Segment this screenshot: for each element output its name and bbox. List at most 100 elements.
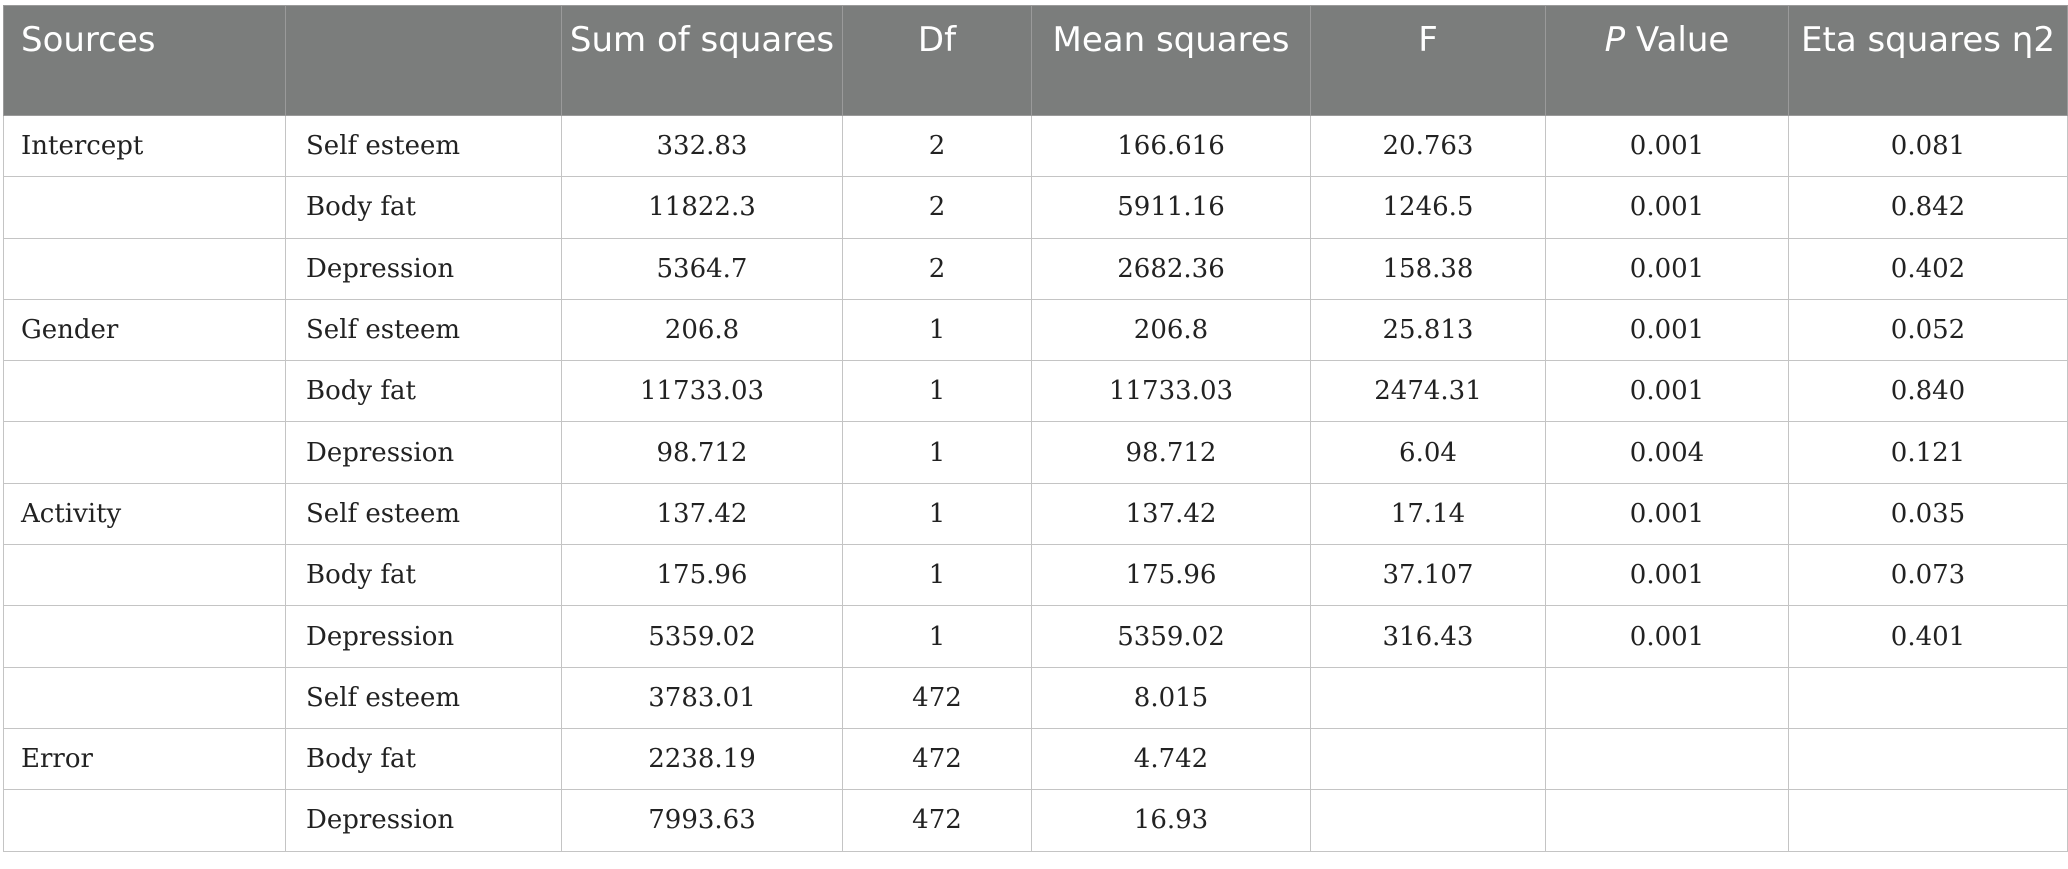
- cell-df: 2: [842, 237, 1032, 300]
- cell-mean-squares: 166.616: [1031, 114, 1311, 178]
- cell-source: [3, 666, 286, 729]
- cell-f: [1310, 666, 1546, 729]
- cell-df: 1: [842, 605, 1032, 668]
- cell-df: 472: [842, 789, 1032, 852]
- cell-measure: Self esteem: [285, 482, 562, 546]
- cell-measure: Self esteem: [285, 298, 562, 362]
- header-mean-squares: Mean squares: [1031, 5, 1311, 116]
- cell-source: Gender: [3, 298, 286, 362]
- cell-mean-squares: 2682.36: [1031, 237, 1311, 300]
- cell-mean-squares: 11733.03: [1031, 360, 1311, 423]
- cell-mean-squares: 98.712: [1031, 421, 1311, 484]
- cell-measure: Body fat: [285, 360, 562, 423]
- cell-df: 472: [842, 666, 1032, 729]
- header-eta-squares: Eta squares η2: [1788, 5, 2068, 116]
- cell-eta-squares: 0.073: [1788, 544, 2068, 607]
- cell-p-value: [1545, 666, 1789, 729]
- header-row: Sources Sum of squares Df Mean squares F…: [3, 5, 2068, 116]
- cell-eta-squares: [1788, 789, 2068, 852]
- cell-measure: Self esteem: [285, 666, 562, 729]
- cell-df: 2: [842, 176, 1032, 239]
- cell-sum-of-squares: 2238.19: [561, 727, 843, 791]
- cell-sum-of-squares: 332.83: [561, 114, 843, 178]
- table-header: Sources Sum of squares Df Mean squares F…: [3, 5, 2068, 116]
- cell-source: Intercept: [3, 114, 286, 178]
- table-row: Activity Self esteem 137.42 1 137.42 17.14 0.0…: [3, 482, 2068, 546]
- cell-mean-squares: 175.96: [1031, 544, 1311, 607]
- cell-sum-of-squares: 175.96: [561, 544, 843, 607]
- header-sources: Sources: [3, 5, 286, 116]
- cell-p-value: 0.001: [1545, 544, 1789, 607]
- cell-eta-squares: 0.402: [1788, 237, 2068, 300]
- cell-mean-squares: 137.42: [1031, 482, 1311, 546]
- cell-sum-of-squares: 11822.3: [561, 176, 843, 239]
- cell-f: 37.107: [1310, 544, 1546, 607]
- cell-p-value: 0.001: [1545, 237, 1789, 300]
- cell-p-value: 0.001: [1545, 114, 1789, 178]
- cell-sum-of-squares: 5359.02: [561, 605, 843, 668]
- table-row: Gender Self esteem 206.8 1 206.8 25.813 0.001 0…: [3, 298, 2068, 362]
- cell-mean-squares: 5911.16: [1031, 176, 1311, 239]
- cell-df: 1: [842, 544, 1032, 607]
- cell-source: [3, 176, 286, 239]
- cell-mean-squares: 16.93: [1031, 789, 1311, 852]
- table-row: Depression 7993.63 472 16.93: [3, 789, 2068, 852]
- anova-table: Sources Sum of squares Df Mean squares F…: [3, 5, 2068, 852]
- cell-mean-squares: 5359.02: [1031, 605, 1311, 668]
- table-row: Depression 5364.7 2 2682.36 158.38 0.001 0.402: [3, 237, 2068, 300]
- cell-sum-of-squares: 3783.01: [561, 666, 843, 729]
- cell-measure: Depression: [285, 237, 562, 300]
- cell-f: 2474.31: [1310, 360, 1546, 423]
- cell-f: 6.04: [1310, 421, 1546, 484]
- cell-eta-squares: 0.035: [1788, 482, 2068, 546]
- cell-sum-of-squares: 137.42: [561, 482, 843, 546]
- table-row: Error Body fat 2238.19 472 4.742: [3, 727, 2068, 791]
- cell-mean-squares: 206.8: [1031, 298, 1311, 362]
- table-row: Body fat 175.96 1 175.96 37.107 0.001 0.073: [3, 544, 2068, 607]
- cell-df: 1: [842, 482, 1032, 546]
- cell-mean-squares: 4.742: [1031, 727, 1311, 791]
- cell-source: [3, 544, 286, 607]
- table-body: Intercept Self esteem 332.83 2 166.616 20.763…: [3, 114, 2068, 852]
- cell-measure: Depression: [285, 421, 562, 484]
- cell-source: [3, 421, 286, 484]
- cell-sum-of-squares: 11733.03: [561, 360, 843, 423]
- cell-eta-squares: [1788, 727, 2068, 791]
- cell-source: [3, 237, 286, 300]
- table-row: Self esteem 3783.01 472 8.015: [3, 666, 2068, 729]
- cell-source: [3, 605, 286, 668]
- cell-measure: Depression: [285, 789, 562, 852]
- header-f: F: [1310, 5, 1546, 116]
- cell-measure: Body fat: [285, 544, 562, 607]
- cell-f: 20.763: [1310, 114, 1546, 178]
- cell-df: 1: [842, 421, 1032, 484]
- header-df: Df: [842, 5, 1032, 116]
- table-row: Intercept Self esteem 332.83 2 166.616 20.763…: [3, 114, 2068, 178]
- cell-source: [3, 360, 286, 423]
- cell-p-value: 0.004: [1545, 421, 1789, 484]
- cell-eta-squares: 0.052: [1788, 298, 2068, 362]
- cell-measure: Body fat: [285, 176, 562, 239]
- cell-eta-squares: [1788, 666, 2068, 729]
- cell-f: 158.38: [1310, 237, 1546, 300]
- cell-source: [3, 789, 286, 852]
- cell-f: 25.813: [1310, 298, 1546, 362]
- cell-p-value: [1545, 789, 1789, 852]
- cell-source: Error: [3, 727, 286, 791]
- cell-eta-squares: 0.121: [1788, 421, 2068, 484]
- header-p-value-rest: Value: [1625, 20, 1730, 60]
- header-p-value: P Value: [1545, 5, 1789, 116]
- cell-df: 2: [842, 114, 1032, 178]
- cell-eta-squares: 0.401: [1788, 605, 2068, 668]
- cell-f: [1310, 789, 1546, 852]
- cell-measure: Self esteem: [285, 114, 562, 178]
- cell-sum-of-squares: 7993.63: [561, 789, 843, 852]
- cell-p-value: 0.001: [1545, 360, 1789, 423]
- cell-f: 316.43: [1310, 605, 1546, 668]
- cell-p-value: 0.001: [1545, 176, 1789, 239]
- cell-df: 472: [842, 727, 1032, 791]
- table-row: Body fat 11733.03 1 11733.03 2474.31 0.001 0.8…: [3, 360, 2068, 423]
- cell-source: Activity: [3, 482, 286, 546]
- cell-mean-squares: 8.015: [1031, 666, 1311, 729]
- cell-p-value: 0.001: [1545, 482, 1789, 546]
